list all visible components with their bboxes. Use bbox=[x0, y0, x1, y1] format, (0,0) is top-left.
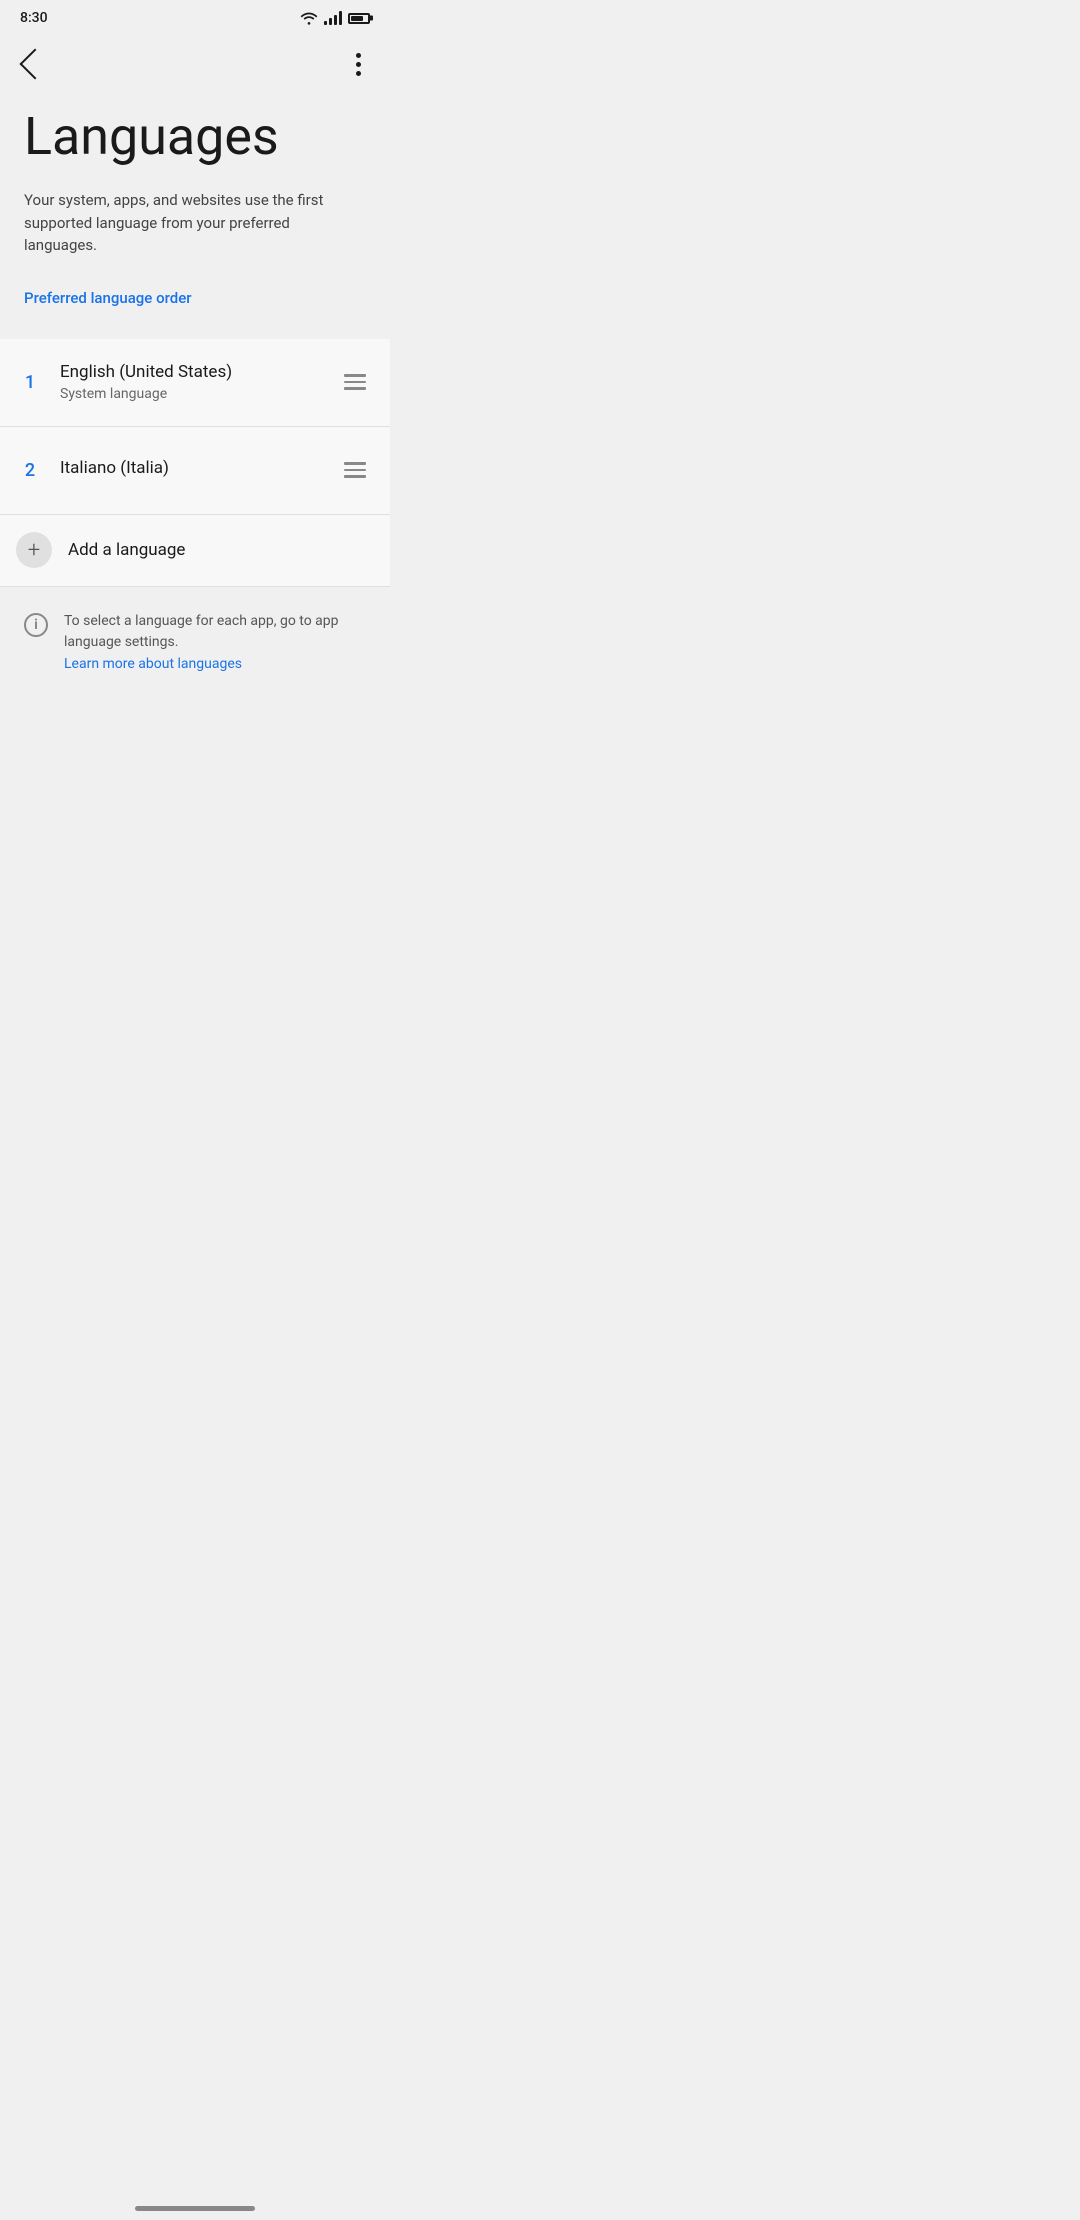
status-icons bbox=[300, 11, 370, 25]
more-options-icon bbox=[356, 53, 361, 76]
status-time: 8:30 bbox=[20, 10, 48, 26]
language-number-2: 2 bbox=[16, 460, 44, 481]
info-body: To select a language for each app, go to… bbox=[64, 613, 339, 651]
back-button[interactable] bbox=[12, 44, 52, 84]
language-item-1[interactable]: 1 English (United States) System languag… bbox=[0, 339, 390, 427]
info-text: To select a language for each app, go to… bbox=[64, 611, 366, 676]
language-list: 1 English (United States) System languag… bbox=[0, 339, 390, 587]
signal-icon bbox=[324, 11, 342, 25]
language-number-1: 1 bbox=[16, 372, 44, 393]
language-subtitle-1: System language bbox=[60, 386, 320, 402]
add-language-item[interactable]: + Add a language bbox=[0, 515, 390, 587]
page-header: Languages Your system, apps, and website… bbox=[0, 92, 390, 339]
page-title: Languages bbox=[24, 108, 366, 165]
language-name-2: Italiano (Italia) bbox=[60, 458, 320, 478]
more-options-button[interactable] bbox=[338, 44, 378, 84]
wifi-icon bbox=[300, 11, 318, 25]
language-info-2: Italiano (Italia) bbox=[60, 458, 320, 482]
battery-icon bbox=[348, 13, 370, 24]
info-section: i To select a language for each app, go … bbox=[0, 587, 390, 700]
bottom-bar bbox=[0, 2196, 390, 2220]
language-name-1: English (United States) bbox=[60, 362, 320, 382]
language-info-1: English (United States) System language bbox=[60, 362, 320, 402]
add-language-icon: + bbox=[16, 532, 52, 568]
drag-handle-2[interactable] bbox=[336, 454, 374, 486]
add-language-label: Add a language bbox=[68, 540, 185, 560]
preferred-order-label: Preferred language order bbox=[24, 289, 366, 307]
page-description: Your system, apps, and websites use the … bbox=[24, 189, 366, 257]
home-indicator bbox=[135, 2206, 255, 2211]
learn-more-link[interactable]: Learn more about languages bbox=[64, 656, 242, 672]
back-arrow-icon bbox=[19, 48, 50, 79]
language-item-2[interactable]: 2 Italiano (Italia) bbox=[0, 427, 390, 515]
toolbar bbox=[0, 36, 390, 92]
status-bar: 8:30 bbox=[0, 0, 390, 36]
drag-handle-1[interactable] bbox=[336, 366, 374, 398]
info-icon: i bbox=[24, 613, 48, 637]
